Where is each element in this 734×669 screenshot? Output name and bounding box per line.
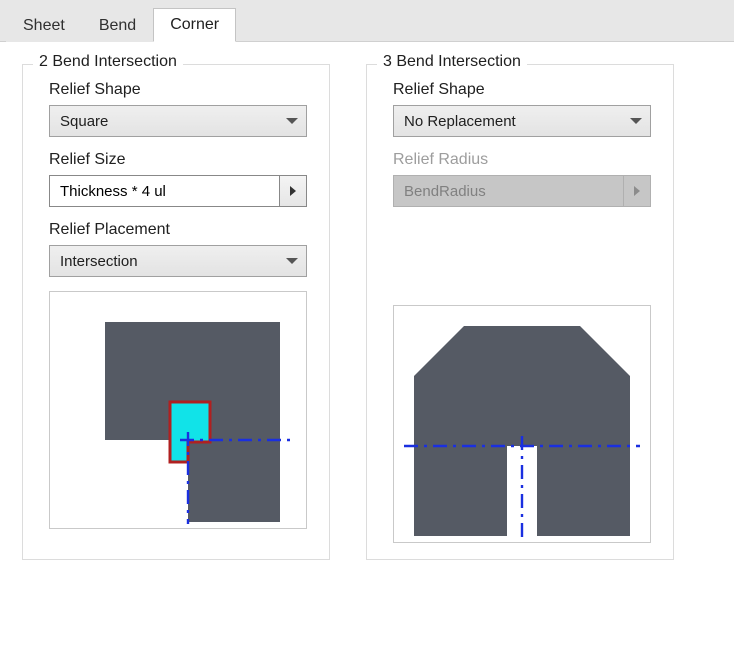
group-2-bend-intersection: 2 Bend Intersection Relief Shape Square … <box>22 64 330 560</box>
tab-sheet[interactable]: Sheet <box>6 9 82 42</box>
group-title: 3 Bend Intersection <box>377 53 527 71</box>
relief-size-field <box>49 175 307 207</box>
relief-radius-input <box>393 175 623 207</box>
relief-size-flyout-button[interactable] <box>279 175 307 207</box>
tab-bar: Sheet Bend Corner <box>0 0 734 42</box>
relief-shape-dropdown[interactable]: Square <box>49 105 307 137</box>
relief-size-label: Relief Size <box>49 151 313 169</box>
relief-radius-flyout-button <box>623 175 651 207</box>
relief-placement-dropdown[interactable]: Intersection <box>49 245 307 277</box>
group-title: 2 Bend Intersection <box>33 53 183 71</box>
group-3-bend-intersection: 3 Bend Intersection Relief Shape No Repl… <box>366 64 674 560</box>
chevron-down-icon <box>286 258 298 264</box>
tab-bend[interactable]: Bend <box>82 9 153 42</box>
relief-shape-label: Relief Shape <box>49 81 313 99</box>
dropdown-value: Intersection <box>60 253 138 270</box>
relief-shape-dropdown-3bend[interactable]: No Replacement <box>393 105 651 137</box>
tab-label: Corner <box>170 16 219 33</box>
relief-size-input[interactable] <box>49 175 279 207</box>
relief-shape-label: Relief Shape <box>393 81 657 99</box>
tab-label: Sheet <box>23 17 65 34</box>
relief-preview-2bend <box>49 291 307 529</box>
chevron-down-icon <box>630 118 642 124</box>
corner-tab-content: 2 Bend Intersection Relief Shape Square … <box>0 42 734 570</box>
tab-corner[interactable]: Corner <box>153 8 236 42</box>
chevron-right-icon <box>634 186 640 196</box>
dropdown-value: No Replacement <box>404 113 516 130</box>
relief-preview-3bend <box>393 305 651 543</box>
relief-placement-label: Relief Placement <box>49 221 313 239</box>
chevron-down-icon <box>286 118 298 124</box>
chevron-right-icon <box>290 186 296 196</box>
tab-label: Bend <box>99 17 136 34</box>
dropdown-value: Square <box>60 113 108 130</box>
relief-radius-field <box>393 175 651 207</box>
relief-radius-label: Relief Radius <box>393 151 657 169</box>
